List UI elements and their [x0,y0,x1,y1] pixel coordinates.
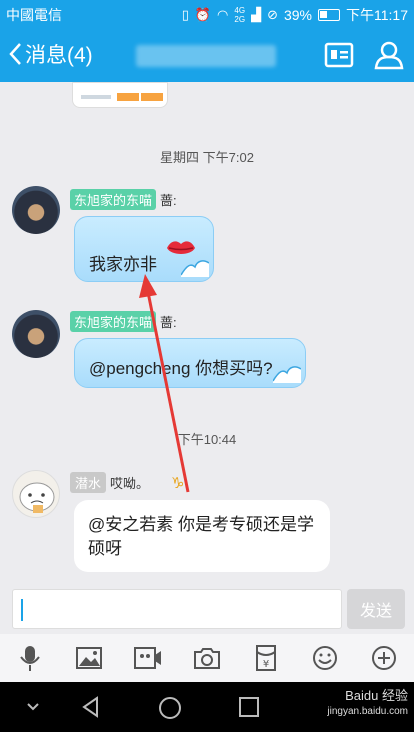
members-icon[interactable] [373,40,405,70]
plus-icon[interactable] [354,634,413,682]
chevron-left-icon [9,43,21,65]
clock: 下午11:17 [346,7,408,23]
video-icon[interactable] [118,634,177,682]
message-list[interactable]: 星期四 下午7:02 东旭家的东喵 蔷: 我家亦非 东旭家的东喵 蔷: @pen… [0,82,414,582]
nav-back-icon[interactable] [80,696,102,718]
back-label: 消息(4) [25,44,93,67]
system-nav-bar: Baidu 经验 jingyan.baidu.com [0,682,414,732]
vibrate-icon: ▯ [181,7,189,22]
network-2g-label: 2G [234,15,246,24]
status-bar: 中國電信 ▯ ⏰ ◠ 4G 2G ▟ ⊘ 39% 下午11:17 [0,0,414,28]
annotation-arrow [139,274,190,493]
svg-text:¥: ¥ [262,659,268,670]
chevron-down-icon[interactable] [26,702,40,712]
battery-icon [318,9,340,21]
group-profile-icon[interactable] [323,40,355,70]
send-button[interactable]: 发送 [347,589,405,629]
battery-percent: 39% [283,7,312,23]
nav-recents-icon[interactable] [238,696,260,718]
network-4g-label: 4G [234,6,246,15]
input-toolbar: ¥ [0,634,414,682]
alarm-icon: ⏰ [194,7,212,22]
camera-icon[interactable] [177,634,236,682]
emoji-icon[interactable] [295,634,354,682]
carrier-label: 中國電信 [6,7,62,23]
wifi-icon: ◠ [217,7,229,22]
input-bar: 发送 [0,582,414,634]
red-packet-icon[interactable]: ¥ [236,634,295,682]
do-not-disturb-icon: ⊘ [267,7,278,22]
watermark: Baidu 经验 jingyan.baidu.com [327,688,408,717]
back-button[interactable]: 消息(4) [8,39,93,69]
message-input[interactable] [12,589,342,629]
chat-title-blurred [136,45,276,67]
chat-header: 消息(4) [0,28,414,82]
nav-home-icon[interactable] [158,696,182,720]
text-cursor [21,599,23,621]
signal-icon: ▟ [251,7,262,22]
image-icon[interactable] [59,634,118,682]
mic-icon[interactable] [0,634,59,682]
